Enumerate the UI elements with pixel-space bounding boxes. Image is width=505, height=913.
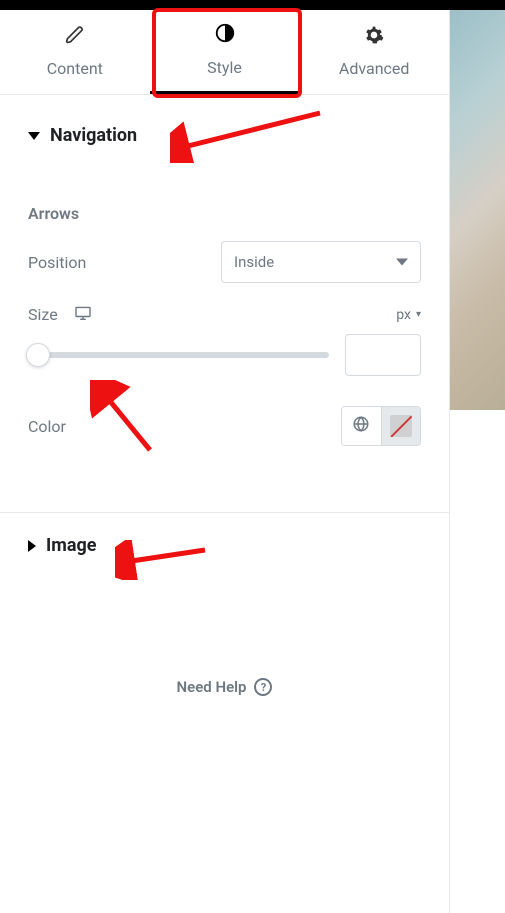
section-image-header[interactable]: Image: [0, 513, 449, 578]
tab-strip: Content Style Advanced: [0, 10, 449, 95]
tab-style[interactable]: Style: [150, 10, 300, 94]
position-label: Position: [28, 253, 86, 272]
canvas-preview: [450, 10, 505, 410]
need-help-label: Need Help: [177, 678, 247, 696]
position-row: Position Inside: [28, 241, 421, 283]
size-slider-row: [28, 334, 421, 376]
question-icon: ?: [254, 678, 272, 696]
color-swatch-button[interactable]: [382, 407, 421, 445]
section-navigation-header[interactable]: Navigation: [0, 95, 449, 168]
settings-panel: Content Style Advanced Navigation: [0, 10, 450, 913]
color-label: Color: [28, 417, 66, 436]
chevron-down-icon: ▾: [416, 309, 421, 320]
color-row: Color: [28, 406, 421, 446]
no-color-icon: [390, 415, 412, 437]
size-label: Size: [28, 305, 92, 324]
size-input[interactable]: [346, 335, 420, 375]
need-help-link[interactable]: Need Help ?: [0, 678, 449, 696]
color-picker-group: [341, 406, 421, 446]
position-value: Inside: [234, 253, 274, 271]
position-select[interactable]: Inside: [221, 241, 421, 283]
size-slider-thumb[interactable]: [26, 343, 50, 367]
caret-right-icon: [28, 540, 36, 552]
desktop-icon[interactable]: [74, 306, 92, 324]
window-top-bar: [0, 0, 505, 10]
globe-icon: [352, 415, 370, 437]
size-row: Size px ▾: [28, 305, 421, 324]
section-image: Image: [0, 513, 449, 578]
pencil-icon: [65, 25, 85, 51]
tab-advanced[interactable]: Advanced: [299, 10, 449, 94]
main-wrap: Content Style Advanced Navigation: [0, 10, 505, 913]
global-color-button[interactable]: [342, 407, 382, 445]
tab-content[interactable]: Content: [0, 10, 150, 94]
section-navigation-body: Arrows Position Inside Size: [0, 204, 449, 508]
tab-content-label: Content: [47, 59, 103, 78]
tab-style-label: Style: [207, 58, 242, 77]
section-navigation: Navigation Arrows Position Inside Size: [0, 95, 449, 508]
size-slider[interactable]: [28, 352, 329, 358]
contrast-icon: [214, 22, 236, 50]
section-navigation-title: Navigation: [50, 125, 137, 146]
chevron-down-icon: [396, 259, 408, 266]
arrows-heading: Arrows: [28, 204, 421, 223]
size-unit-value: px: [396, 307, 411, 323]
size-input-box[interactable]: [345, 334, 421, 376]
caret-down-icon: [28, 132, 40, 140]
tab-advanced-label: Advanced: [339, 59, 410, 78]
size-unit-selector[interactable]: px ▾: [396, 307, 421, 323]
section-image-title: Image: [46, 535, 97, 556]
gear-icon: [364, 25, 384, 51]
